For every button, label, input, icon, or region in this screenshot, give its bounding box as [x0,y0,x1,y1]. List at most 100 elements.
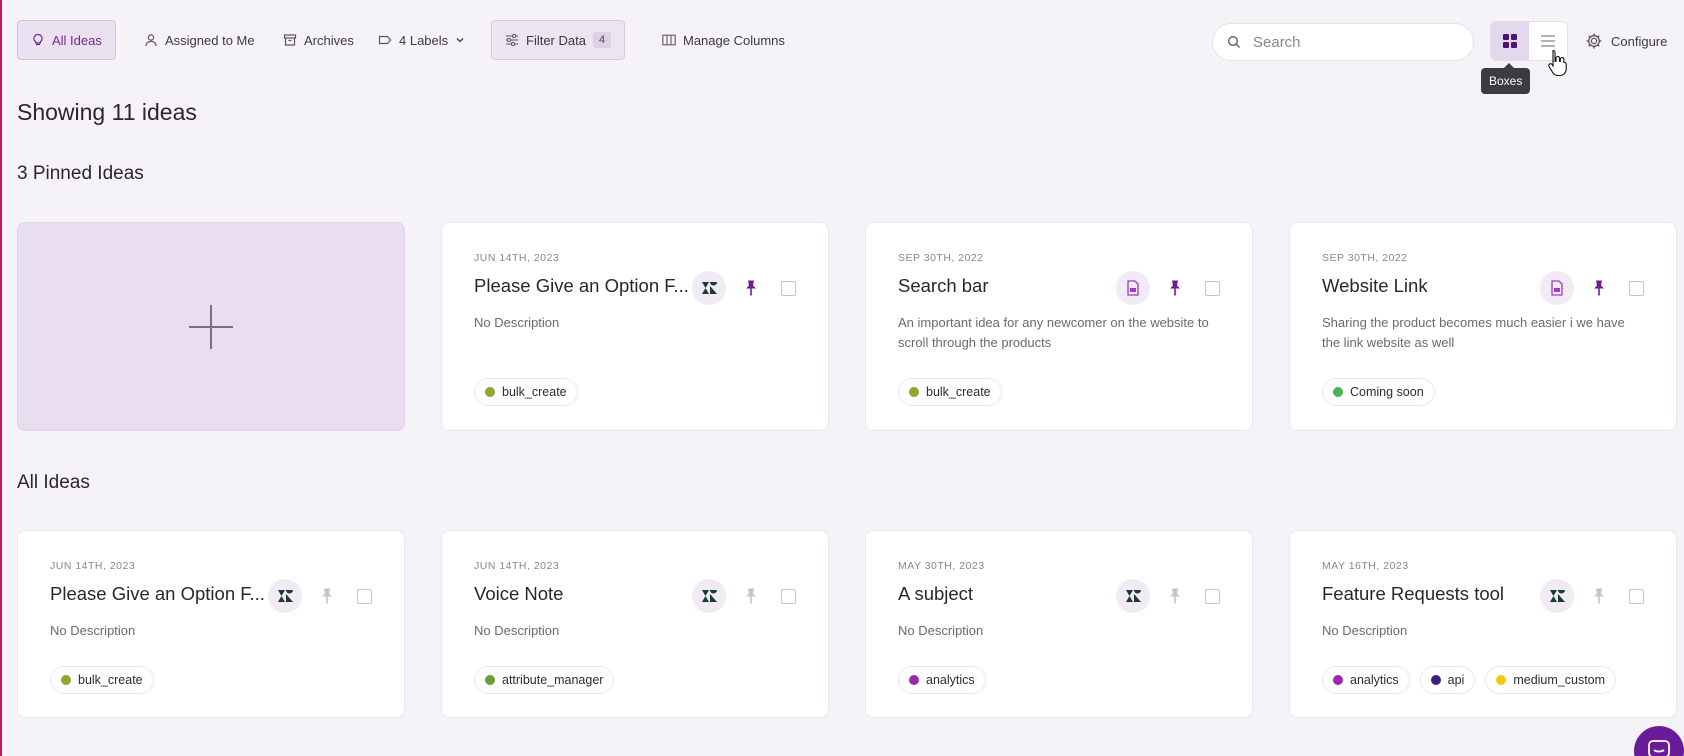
idea-card[interactable]: JUN 14TH, 2023 Voice Note No Description at… [441,530,829,718]
pin-icon[interactable] [1590,279,1608,297]
configure-button[interactable]: Configure [1585,21,1667,61]
idea-description: No Description [898,623,984,638]
idea-date: JUN 14TH, 2023 [474,560,560,572]
pin-icon[interactable] [1166,587,1184,605]
idea-card[interactable]: SEP 30TH, 2022 Search bar An important ide… [865,222,1253,431]
idea-title[interactable]: A subject [898,583,1118,605]
hand-cursor-icon [1548,49,1567,77]
select-checkbox[interactable] [1629,589,1644,604]
label-color-dot [61,675,71,685]
select-checkbox[interactable] [781,589,796,604]
idea-title[interactable]: Website Link [1322,275,1542,297]
idea-labels: attribute_manager [474,666,615,694]
label-color-dot [485,675,495,685]
label-name: attribute_manager [502,673,604,687]
pin-icon[interactable] [742,279,760,297]
pin-icon[interactable] [318,587,336,605]
ideas-count-heading: Showing 11 ideas [17,99,197,125]
all-ideas-heading: All Ideas [17,472,90,493]
idea-labels: bulk_create [50,666,154,694]
idea-card[interactable]: MAY 30TH, 2023 A subject No Description ana… [865,530,1253,718]
configure-label: Configure [1611,33,1668,49]
label-chip[interactable]: attribute_manager [474,666,615,694]
idea-title[interactable]: Feature Requests tool [1322,583,1542,605]
chat-icon [1648,740,1670,756]
idea-card[interactable]: SEP 30TH, 2022 Website Link Sharing the pr… [1289,222,1677,431]
idea-labels: bulk_create [898,378,1002,406]
columns-icon [662,34,676,46]
idea-labels: Coming soon [1322,378,1435,406]
idea-title[interactable]: Voice Note [474,583,694,605]
pinned-ideas-heading: 3 Pinned Ideas [17,163,144,184]
label-name: bulk_create [926,385,991,399]
form-icon [1116,271,1150,305]
tab-all-ideas[interactable]: All Ideas [17,20,116,60]
zendesk-icon [268,579,302,613]
search-icon [1228,36,1240,48]
add-idea-card[interactable] [17,222,405,431]
idea-title[interactable]: Please Give an Option F... [474,275,694,297]
idea-description: No Description [50,623,136,638]
zendesk-icon [1540,579,1574,613]
pin-icon[interactable] [742,587,760,605]
labels-dropdown[interactable]: 4 Labels [365,20,478,60]
label-color-dot [909,675,919,685]
label-chip[interactable]: bulk_create [474,378,578,406]
idea-date: SEP 30TH, 2022 [1322,252,1408,264]
select-checkbox[interactable] [781,281,796,296]
idea-labels: analytics api medium_custom [1322,666,1617,694]
gear-icon [1586,33,1602,49]
zendesk-icon [1116,579,1150,613]
idea-date: MAY 30TH, 2023 [898,560,985,572]
user-icon [145,34,157,47]
select-checkbox[interactable] [1205,589,1220,604]
form-icon [1540,271,1574,305]
label-color-dot [909,387,919,397]
search-box[interactable] [1212,23,1474,61]
chevron-down-icon [456,38,464,43]
select-checkbox[interactable] [357,589,372,604]
label-chip[interactable]: bulk_create [50,666,154,694]
label-color-dot [1333,675,1343,685]
manage-columns-button[interactable]: Manage Columns [649,20,798,60]
search-input[interactable] [1253,33,1453,51]
boxes-view-button[interactable] [1491,22,1529,60]
label-chip[interactable]: medium_custom [1485,666,1617,694]
tab-archives[interactable]: Archives [270,20,367,60]
label-chip[interactable]: Coming soon [1322,378,1435,406]
idea-card[interactable]: JUN 14TH, 2023 Please Give an Option F...… [441,222,829,431]
label-color-dot [1333,387,1343,397]
pin-icon[interactable] [1590,587,1608,605]
idea-card[interactable]: JUN 14TH, 2023 Please Give an Option F...… [17,530,405,718]
zendesk-icon [692,271,726,305]
filter-data-button[interactable]: Filter Data 4 [491,20,626,60]
pin-icon[interactable] [1166,279,1184,297]
archive-icon [283,34,297,46]
select-checkbox[interactable] [1205,281,1220,296]
idea-card[interactable]: MAY 16TH, 2023 Feature Requests tool No De… [1289,530,1677,718]
select-checkbox[interactable] [1629,281,1644,296]
label-chip[interactable]: analytics [898,666,986,694]
list-icon [1541,35,1555,47]
label-chip[interactable]: bulk_create [898,378,1002,406]
chat-launcher-button[interactable] [1634,726,1684,756]
label-name: bulk_create [78,673,143,687]
label-name: analytics [1350,673,1399,687]
grid-icon [1503,34,1517,48]
filter-count-badge: 4 [592,32,612,48]
idea-title[interactable]: Search bar [898,275,1118,297]
idea-labels: analytics [898,666,986,694]
label-chip[interactable]: analytics [1322,666,1410,694]
idea-title[interactable]: Please Give an Option F... [50,583,270,605]
label-name: bulk_create [502,385,567,399]
tab-assigned-to-me[interactable]: Assigned to Me [131,20,268,60]
idea-description: Sharing the product becomes much easier … [1322,315,1625,350]
label-tag-icon [378,35,392,45]
manage-columns-label: Manage Columns [683,32,785,48]
idea-labels: bulk_create [474,378,578,406]
tab-archives-label: Archives [304,32,354,48]
idea-date: JUN 14TH, 2023 [474,252,560,264]
label-chip[interactable]: api [1419,666,1476,694]
idea-date: JUN 14TH, 2023 [50,560,136,572]
label-color-dot [1430,675,1441,685]
